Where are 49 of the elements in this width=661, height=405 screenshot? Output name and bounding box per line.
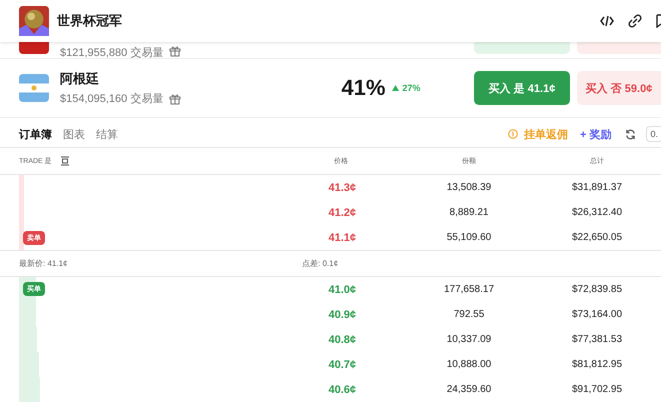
flag-icon <box>19 74 49 102</box>
shares-cell-text: 13,508.39 <box>446 182 492 193</box>
team-name: 阿根廷 <box>60 70 100 88</box>
total-cell-text: $72,839.85 <box>570 284 624 295</box>
shares-cell-text: 177,658.17 <box>442 284 496 295</box>
market-title: 世界杯冠军 <box>57 12 122 30</box>
buy-yes-button[interactable]: 买入 是 41.1¢ <box>474 71 570 105</box>
code-icon[interactable] <box>600 15 614 27</box>
ask-price: 41.3¢ <box>327 182 356 194</box>
layout-icon[interactable] <box>60 156 70 166</box>
ask-price: 41.1¢ <box>327 232 356 244</box>
bookmark-icon[interactable] <box>656 14 661 28</box>
total-cell-text: $73,164.00 <box>570 309 624 320</box>
flag-icon <box>19 42 49 54</box>
buy-no-button[interactable]: 买入 否 59.0¢ <box>577 71 661 105</box>
bid-price: 40.8¢ <box>327 334 356 346</box>
change-percent: 27% <box>402 83 420 93</box>
tab[interactable]: 结算 <box>96 126 123 142</box>
bid-price: 40.7¢ <box>327 358 356 370</box>
gift-icon <box>169 45 182 57</box>
reward-link[interactable]: + 奖励 <box>580 126 612 142</box>
total-cell-text: $81,812.95 <box>570 359 624 370</box>
bid-price: 40.6¢ <box>327 384 356 396</box>
last-price: 最新价: 41.1¢ <box>19 258 68 269</box>
total-cell-text: $26,312.40 <box>570 207 624 218</box>
shares-cell-text: 55,109.60 <box>446 232 492 243</box>
tick-size-select[interactable]: 0. <box>646 126 661 142</box>
shares-cell-text: 10,888.00 <box>446 359 492 370</box>
shares-cell-text: 8,889.21 <box>448 207 490 218</box>
up-triangle-icon <box>392 85 400 91</box>
tab[interactable]: 订单簿 <box>19 126 57 142</box>
total-cell-text: $91,702.95 <box>570 384 624 395</box>
total-cell-text: $77,381.53 <box>570 334 624 345</box>
refresh-icon[interactable] <box>625 128 636 140</box>
total-cell-text: $22,650.05 <box>570 232 624 243</box>
spread-text: 点差: 0.1¢ <box>302 258 340 269</box>
shares-cell-text: 24,359.60 <box>446 384 492 395</box>
gift-icon <box>169 92 182 104</box>
chance-percent: 41% <box>341 75 386 101</box>
ask-price: 41.2¢ <box>327 206 356 218</box>
volume-text: $121,955,880 交易量 <box>60 46 164 60</box>
shares-cell-text: 792.55 <box>452 309 486 320</box>
bid-price: 40.9¢ <box>327 308 356 320</box>
volume-text: $154,095,160 交易量 <box>60 92 164 106</box>
total-cell-text: $31,891.37 <box>570 182 624 193</box>
bid-price: 41.0¢ <box>327 284 356 296</box>
link-icon[interactable] <box>628 14 642 28</box>
tab[interactable]: 图表 <box>63 126 90 142</box>
shares-cell-text: 10,337.09 <box>446 334 492 345</box>
